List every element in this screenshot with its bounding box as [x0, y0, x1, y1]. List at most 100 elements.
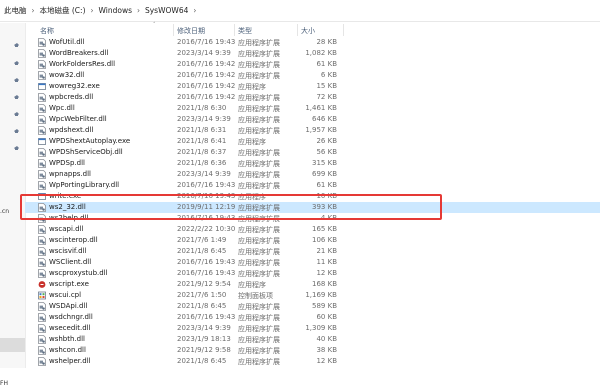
file-row[interactable]: Wpc.dll 2021/1/8 6:30 应用程序扩展 1,461 KB	[25, 103, 600, 114]
file-type: 应用程序扩展	[238, 160, 280, 168]
file-modified-date: 2016/7/16 19:42	[177, 71, 236, 79]
column-header-name[interactable]: 名称	[40, 26, 54, 36]
file-row[interactable]: wowreg32.exe 2016/7/16 19:42 应用程序 15 KB	[25, 81, 600, 92]
file-modified-date: 2023/3/14 9:39	[177, 115, 231, 123]
file-size: 699 KB	[312, 170, 337, 178]
file-row[interactable]: wscproxystub.dll 2016/7/16 19:43 应用程序扩展 12 …	[25, 268, 600, 279]
file-type: 应用程序扩展	[238, 50, 280, 58]
file-type: 应用程序扩展	[238, 259, 280, 267]
file-row[interactable]: WpPortingLibrary.dll 2016/7/16 19:43 应用程序扩…	[25, 180, 600, 191]
column-divider[interactable]	[173, 24, 174, 36]
file-modified-date: 2023/3/14 9:39	[177, 324, 231, 332]
column-header-size[interactable]: 大小	[301, 26, 315, 36]
file-row[interactable]: wpdshext.dll 2021/1/8 6:31 应用程序扩展 1,957 KB	[25, 125, 600, 136]
dll-icon	[38, 60, 46, 69]
file-row[interactable]: wshcon.dll 2021/9/12 9:58 应用程序扩展 38 KB	[25, 345, 600, 356]
dll-icon	[38, 159, 46, 168]
file-size: 168 KB	[312, 280, 337, 288]
pin-icon[interactable]	[14, 78, 20, 84]
file-name: WordBreakers.dll	[49, 49, 109, 57]
column-header-date[interactable]: 修改日期	[177, 26, 205, 36]
file-name: wshelper.dll	[49, 357, 91, 365]
dll-icon	[38, 247, 46, 256]
file-type: 应用程序扩展	[238, 347, 280, 355]
breadcrumb-separator-icon[interactable]: ›	[91, 6, 94, 15]
file-row[interactable]: WordBreakers.dll 2023/3/14 9:39 应用程序扩展 1,08…	[25, 48, 600, 59]
breadcrumb-item-syswow64[interactable]: SysWOW64	[145, 6, 188, 15]
column-divider[interactable]	[234, 24, 235, 36]
file-modified-date: 2021/1/8 6:31	[177, 126, 227, 134]
pin-icon[interactable]	[14, 61, 20, 67]
file-row[interactable]: wpbcreds.dll 2016/7/16 19:42 应用程序扩展 72 KB	[25, 92, 600, 103]
nav-item-label[interactable]: .cn	[0, 208, 9, 215]
file-row[interactable]: wsdchngr.dll 2016/7/16 19:43 应用程序扩展 60 KB	[25, 312, 600, 323]
file-row[interactable]: wscinterop.dll 2021/7/6 1:49 应用程序扩展 106 KB	[25, 235, 600, 246]
file-type: 应用程序扩展	[238, 127, 280, 135]
file-name: wsecedit.dll	[49, 324, 91, 332]
file-row[interactable]: WpcWebFilter.dll 2023/3/14 9:39 应用程序扩展 646 …	[25, 114, 600, 125]
dll-icon	[38, 346, 46, 355]
file-name: wpdshext.dll	[49, 126, 94, 134]
breadcrumb-item-this-pc[interactable]: 此电脑	[4, 5, 27, 16]
file-modified-date: 2016/7/16 19:42	[177, 93, 236, 101]
breadcrumb-separator-icon[interactable]: ›	[32, 6, 35, 15]
pin-icon[interactable]	[14, 129, 20, 135]
file-name: WorkFoldersRes.dll	[49, 60, 116, 68]
file-modified-date: 2021/1/8 6:30	[177, 104, 227, 112]
column-divider[interactable]	[297, 24, 298, 36]
dll-icon	[38, 49, 46, 58]
column-divider[interactable]	[343, 24, 344, 36]
pin-icon[interactable]	[14, 146, 20, 152]
nav-item-label[interactable]: FH	[0, 380, 8, 387]
file-modified-date: 2021/9/12 9:54	[177, 280, 231, 288]
file-row[interactable]: wow32.dll 2016/7/16 19:42 应用程序扩展 6 KB	[25, 70, 600, 81]
dll-icon	[38, 302, 46, 311]
exe-icon	[38, 137, 46, 146]
file-name: Wpc.dll	[49, 104, 75, 112]
column-header-type[interactable]: 类型	[238, 26, 252, 36]
file-row[interactable]: wscript.exe 2021/9/12 9:54 应用程序 168 KB	[25, 279, 600, 290]
file-type: 应用程序扩展	[238, 325, 280, 333]
pin-icon[interactable]	[14, 43, 20, 49]
file-name: wpbcreds.dll	[49, 93, 94, 101]
file-row[interactable]: wshbth.dll 2023/1/9 18:13 应用程序扩展 40 KB	[25, 334, 600, 345]
file-row[interactable]: wscisvif.dll 2021/1/8 6:45 应用程序扩展 21 KB	[25, 246, 600, 257]
file-modified-date: 2021/1/8 6:45	[177, 247, 227, 255]
pin-icon[interactable]	[14, 112, 20, 118]
file-row[interactable]: WSClient.dll 2016/7/16 19:43 应用程序扩展 11 KB	[25, 257, 600, 268]
file-row[interactable]: wscui.cpl 2021/7/6 1:50 控制面板项 1,169 KB	[25, 290, 600, 301]
file-size: 1,309 KB	[305, 324, 337, 332]
file-row[interactable]: WofUtil.dll 2016/7/16 19:43 应用程序扩展 28 KB	[25, 37, 600, 48]
file-type: 应用程序	[238, 138, 266, 146]
file-modified-date: 2021/1/8 6:41	[177, 137, 227, 145]
file-size: 40 KB	[316, 335, 337, 343]
file-name: wscinterop.dll	[49, 236, 98, 244]
breadcrumb-item-local-disk[interactable]: 本地磁盘 (C:)	[40, 5, 86, 16]
file-row[interactable]: WPDSp.dll 2021/1/8 6:36 应用程序扩展 315 KB	[25, 158, 600, 169]
file-row[interactable]: wshelper.dll 2021/1/8 6:45 应用程序扩展 12 KB	[25, 356, 600, 367]
file-type: 应用程序扩展	[238, 61, 280, 69]
exe-icon	[38, 82, 46, 91]
file-row[interactable]: WPDShextAutoplay.exe 2021/1/8 6:41 应用程序 26 …	[25, 136, 600, 147]
pin-icon[interactable]	[14, 95, 20, 101]
dll-icon	[38, 93, 46, 102]
file-size: 1,082 KB	[305, 49, 337, 57]
file-modified-date: 2016/7/16 19:43	[177, 269, 236, 277]
breadcrumb-separator-icon[interactable]: ›	[193, 6, 196, 15]
file-row[interactable]: wsecedit.dll 2023/3/14 9:39 应用程序扩展 1,309 KB	[25, 323, 600, 334]
file-row[interactable]: WPDShServiceObj.dll 2021/1/8 6:37 应用程序扩展 56…	[25, 147, 600, 158]
nav-selected-item[interactable]	[0, 338, 25, 352]
breadcrumb-separator-icon[interactable]: ›	[137, 6, 140, 15]
file-modified-date: 2021/1/8 6:45	[177, 302, 227, 310]
breadcrumb-item-windows[interactable]: Windows	[99, 6, 132, 15]
file-row[interactable]: wscapi.dll 2022/2/22 10:30 应用程序扩展 165 KB	[25, 224, 600, 235]
file-size: 72 KB	[316, 93, 337, 101]
file-modified-date: 2021/7/6 1:50	[177, 291, 227, 299]
file-type: 应用程序扩展	[238, 171, 280, 179]
file-size: 1,169 KB	[305, 291, 337, 299]
dll-icon	[38, 71, 46, 80]
file-row[interactable]: WSDApi.dll 2021/1/8 6:45 应用程序扩展 589 KB	[25, 301, 600, 312]
file-name: WofUtil.dll	[49, 38, 85, 46]
file-row[interactable]: wpnapps.dll 2023/3/14 9:39 应用程序扩展 699 KB	[25, 169, 600, 180]
file-row[interactable]: WorkFoldersRes.dll 2016/7/16 19:42 应用程序扩展 6…	[25, 59, 600, 70]
